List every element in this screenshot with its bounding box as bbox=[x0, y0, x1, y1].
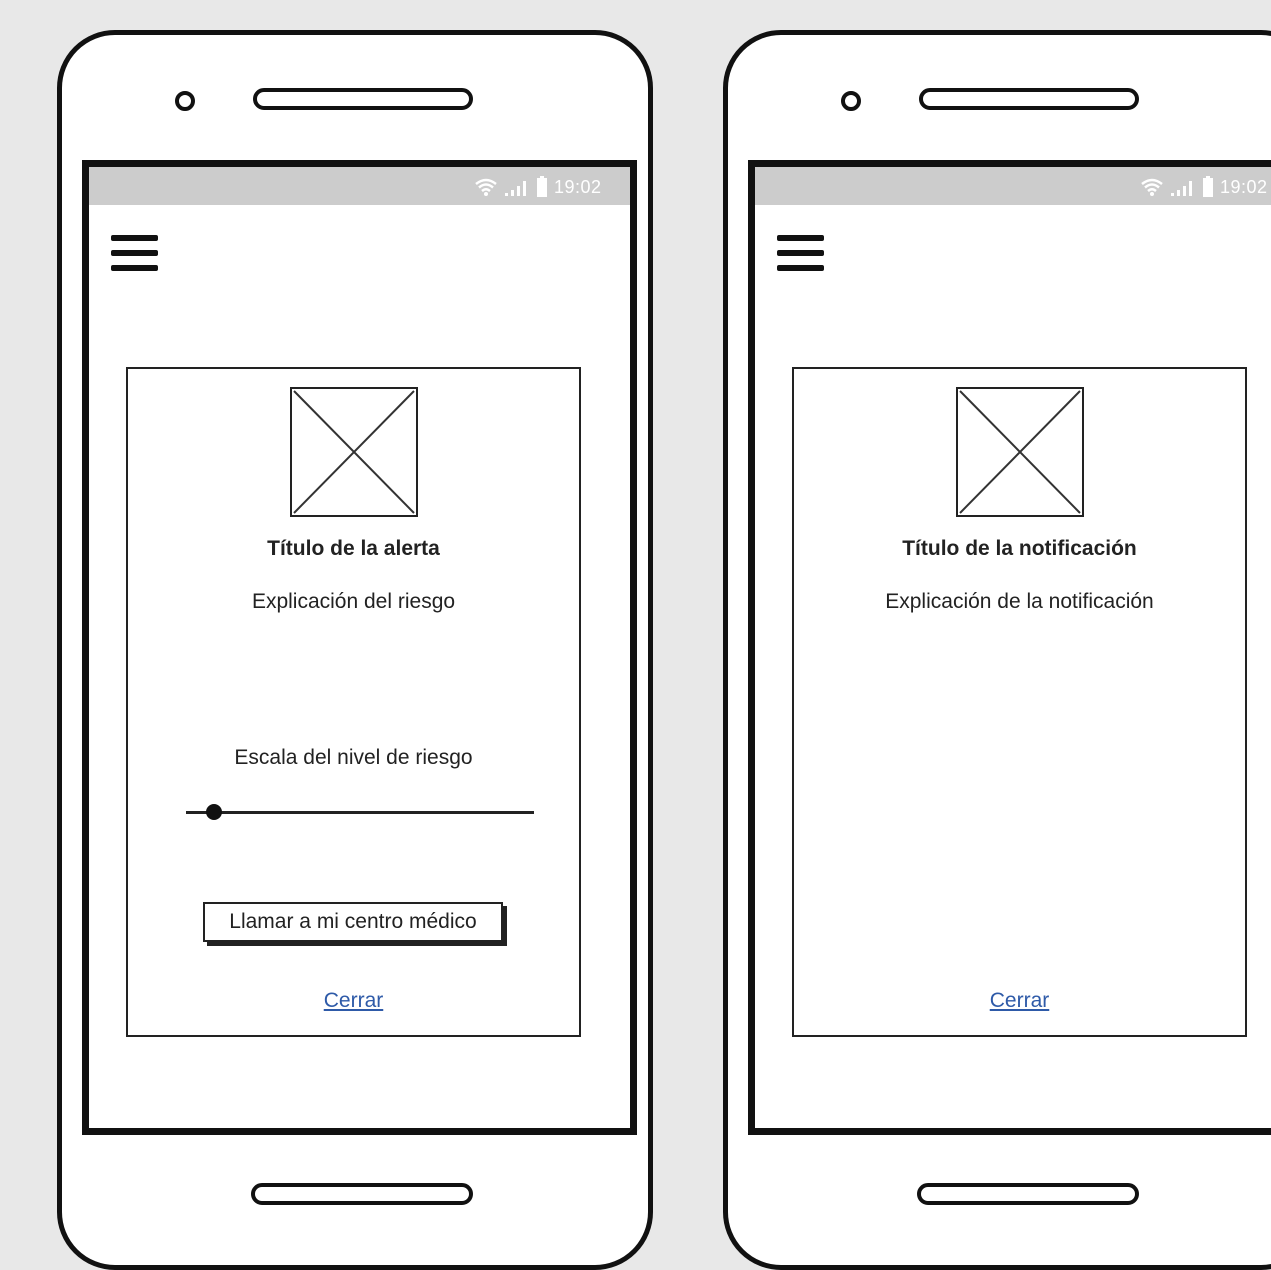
phone-frame-alert: 19:02 Título de la alerta Explicación de… bbox=[57, 30, 653, 1270]
signal-icon bbox=[1171, 181, 1192, 196]
menu-icon[interactable] bbox=[111, 235, 159, 275]
speaker-grille bbox=[253, 88, 473, 110]
status-time: 19:02 bbox=[1220, 176, 1268, 197]
status-time: 19:02 bbox=[554, 176, 602, 197]
notification-card: Título de la notificación Explicación de… bbox=[792, 367, 1247, 1037]
screen-alert: 19:02 Título de la alerta Explicación de… bbox=[82, 160, 637, 1135]
notification-explanation: Explicación de la notificación bbox=[885, 590, 1154, 613]
status-icons: 19:02 bbox=[1140, 176, 1268, 198]
wifi-icon bbox=[1141, 178, 1163, 196]
slider-track bbox=[186, 811, 534, 814]
battery-icon bbox=[537, 176, 547, 197]
menu-icon[interactable] bbox=[777, 235, 825, 275]
status-bar: 19:02 bbox=[89, 167, 630, 205]
risk-level-slider[interactable] bbox=[186, 803, 534, 821]
image-placeholder-icon bbox=[956, 387, 1084, 517]
alert-title: Título de la alerta bbox=[267, 537, 440, 560]
screen-notification: 19:02 Título de la notificación Explicac… bbox=[748, 160, 1271, 1135]
risk-scale-label: Escala del nivel de riesgo bbox=[234, 746, 473, 769]
slider-thumb[interactable] bbox=[206, 804, 222, 820]
close-link[interactable]: Cerrar bbox=[794, 989, 1245, 1013]
alert-card: Título de la alerta Explicación del ries… bbox=[126, 367, 581, 1037]
alert-explanation: Explicación del riesgo bbox=[251, 590, 456, 613]
camera-icon bbox=[175, 91, 195, 111]
status-bar: 19:02 bbox=[755, 167, 1271, 205]
phone-frame-notification: 19:02 Título de la notificación Explicac… bbox=[723, 30, 1271, 1270]
signal-icon bbox=[505, 181, 526, 196]
battery-icon bbox=[1203, 176, 1213, 197]
speaker-grille bbox=[919, 88, 1139, 110]
notification-title: Título de la notificación bbox=[902, 537, 1137, 560]
home-button[interactable] bbox=[917, 1183, 1139, 1205]
close-link[interactable]: Cerrar bbox=[128, 989, 579, 1013]
camera-icon bbox=[841, 91, 861, 111]
call-medical-center-button[interactable]: Llamar a mi centro médico bbox=[203, 902, 503, 942]
image-placeholder-icon bbox=[290, 387, 418, 517]
wifi-icon bbox=[475, 178, 497, 196]
status-icons: 19:02 bbox=[474, 176, 602, 198]
home-button[interactable] bbox=[251, 1183, 473, 1205]
